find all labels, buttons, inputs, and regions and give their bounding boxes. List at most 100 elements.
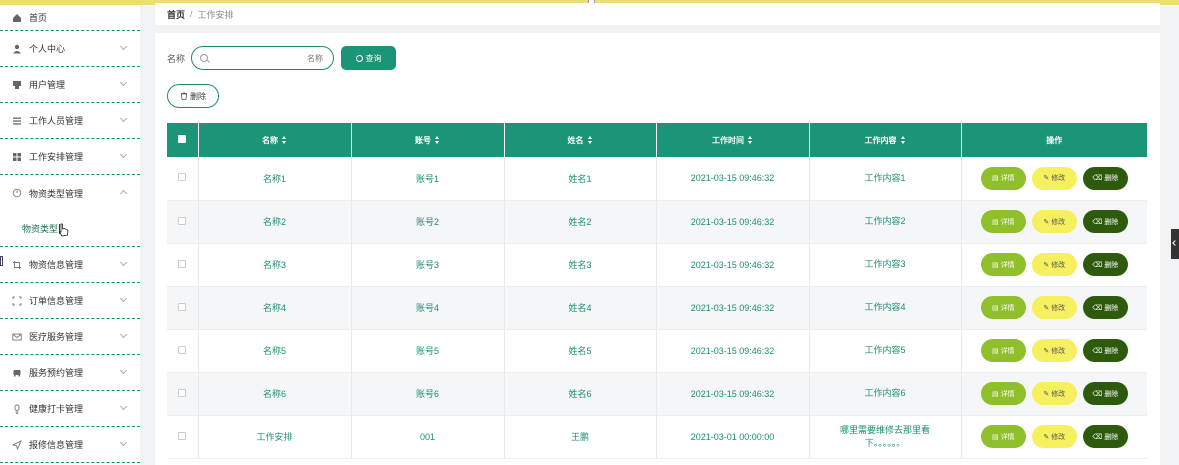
row-checkbox[interactable]: [178, 345, 187, 354]
search-input[interactable]: [223, 53, 324, 63]
table-row: 名称6 账号6 姓名6 2021-03-15 09:46:32 工作内容6 ▤ 详…: [167, 372, 1147, 416]
sidebar-subitem-material-type[interactable]: 物资类型: [0, 211, 140, 247]
detail-label: 详情: [1000, 218, 1015, 226]
delete-button[interactable]: ⌫ 删除: [1082, 210, 1128, 233]
sidebar-item-label: 健康打卡管理: [29, 404, 84, 414]
table-header-row: 名称 账号 姓名 工作时间 工作内容 操作: [167, 123, 1147, 157]
detail-button[interactable]: ▤ 详情: [980, 210, 1026, 233]
column-header-time[interactable]: 工作时间: [656, 123, 810, 157]
detail-label: 详情: [1000, 347, 1015, 355]
sidebar-item-service-booking[interactable]: 服务预约管理: [0, 355, 140, 391]
main-content: 名称 查询 删除 名称 账号 姓名 工作时间 工作内容 操作: [155, 33, 1160, 465]
cell-content: 工作内容1: [809, 157, 962, 201]
column-header-actions: 操作: [961, 123, 1147, 157]
trash-icon: ⌫: [1092, 218, 1103, 226]
detail-button[interactable]: ▤ 详情: [980, 425, 1026, 448]
cell-name: 名称3: [198, 243, 352, 287]
sidebar-item-medical-service[interactable]: 医疗服务管理: [0, 319, 140, 355]
column-header-content[interactable]: 工作内容: [809, 123, 962, 157]
cell-name: 名称6: [198, 372, 352, 416]
breadcrumb-home[interactable]: 首页: [167, 8, 185, 21]
column-header-person[interactable]: 姓名: [504, 123, 657, 157]
user-icon: [12, 44, 22, 54]
column-header-label: 操作: [1046, 135, 1063, 145]
sidebar-item-personal-center[interactable]: 个人中心: [0, 31, 140, 67]
row-checkbox[interactable]: [178, 431, 187, 440]
edit-label: 修改: [1051, 347, 1066, 355]
breadcrumb-separator: /: [190, 9, 193, 19]
search-bar: 名称 查询: [167, 46, 397, 70]
edit-button[interactable]: ✎ 修改: [1031, 166, 1077, 190]
sidebar-scroll-marker[interactable]: [0, 256, 3, 266]
detail-button[interactable]: ▤ 详情: [980, 166, 1026, 190]
car-icon: [12, 368, 22, 378]
sidebar-item-label: 工作人员管理: [29, 116, 84, 126]
doc-icon: ▤: [991, 390, 999, 398]
chevron-down-icon: [119, 330, 128, 339]
row-checkbox[interactable]: [178, 216, 187, 225]
row-checkbox[interactable]: [178, 302, 187, 311]
sidebar-item-material-type[interactable]: 物资类型管理: [0, 175, 140, 211]
cell-name: 名称1: [198, 157, 352, 201]
cell-content: 哪里需要维修去那里看下。。。。。。: [809, 415, 962, 459]
sidebar-item-staff-management[interactable]: 工作人员管理: [0, 103, 140, 139]
side-panel-toggle[interactable]: [1171, 229, 1179, 259]
row-checkbox[interactable]: [178, 388, 187, 397]
edit-button[interactable]: ✎ 修改: [1031, 253, 1077, 276]
sidebar-item-repair-info[interactable]: 报修信息管理: [0, 427, 140, 463]
cell-account: 账号1: [351, 157, 505, 201]
select-all-checkbox[interactable]: [178, 135, 187, 143]
cell-person: 王鹏: [504, 415, 657, 459]
edit-button[interactable]: ✎ 修改: [1031, 339, 1077, 362]
edit-label: 修改: [1051, 304, 1066, 312]
delete-button[interactable]: ⌫ 删除: [1082, 166, 1128, 190]
column-header-label: 姓名: [567, 135, 584, 145]
cell-content: 工作内容3: [809, 243, 962, 287]
sidebar-item-order-info[interactable]: 订单信息管理: [0, 283, 140, 319]
delete-button[interactable]: ⌫ 删除: [1082, 296, 1128, 319]
sidebar-item-material-info[interactable]: 物资信息管理: [0, 247, 140, 283]
sidebar-item-work-schedule[interactable]: 工作安排管理: [0, 139, 140, 175]
edit-button[interactable]: ✎ 修改: [1031, 296, 1077, 319]
query-button[interactable]: 查询: [341, 46, 397, 70]
sidebar-item-user-management[interactable]: 用户管理: [0, 67, 140, 103]
delete-label: 删除: [1104, 347, 1119, 355]
delete-button[interactable]: ⌫ 删除: [1082, 253, 1128, 276]
delete-button[interactable]: ⌫ 删除: [1082, 339, 1128, 362]
trash-icon: ⌫: [1092, 390, 1103, 398]
delete-button[interactable]: ⌫ 删除: [1082, 425, 1128, 448]
sort-icon[interactable]: [587, 136, 593, 145]
delete-button[interactable]: ⌫ 删除: [1082, 382, 1128, 405]
table-row: 名称4 账号4 姓名4 2021-03-15 09:46:32 工作内容4 ▤ 详…: [167, 286, 1147, 330]
detail-button[interactable]: ▤ 详情: [980, 253, 1026, 276]
cell-actions: ▤ 详情 ✎ 修改 ⌫ 删除: [961, 157, 1147, 201]
cell-time: 2021-03-01 00:00:00: [656, 415, 810, 459]
sidebar-item-home[interactable]: 首页: [0, 5, 140, 31]
row-checkbox[interactable]: [178, 173, 187, 182]
edit-button[interactable]: ✎ 修改: [1031, 425, 1077, 448]
column-header-name[interactable]: 名称: [198, 123, 352, 157]
detail-button[interactable]: ▤ 详情: [980, 296, 1026, 319]
cell-name: 工作安排: [198, 415, 352, 459]
edit-button[interactable]: ✎ 修改: [1031, 382, 1077, 405]
sidebar-item-health-checkin[interactable]: 健康打卡管理: [0, 391, 140, 427]
trash-icon: ⌫: [1092, 261, 1103, 269]
column-header-account[interactable]: 账号: [351, 123, 505, 157]
trash-icon: ⌫: [1092, 433, 1103, 441]
search-field[interactable]: [191, 46, 335, 70]
detail-button[interactable]: ▤ 详情: [980, 382, 1026, 405]
cell-time: 2021-03-15 09:46:32: [656, 329, 810, 373]
edit-button[interactable]: ✎ 修改: [1031, 210, 1077, 233]
cell-content: 工作内容6: [809, 372, 962, 416]
batch-delete-button[interactable]: 删除: [167, 84, 219, 108]
sort-icon[interactable]: [435, 136, 440, 145]
row-select-cell: [167, 286, 199, 330]
chevron-down-icon: [119, 78, 128, 87]
edit-label: 修改: [1051, 218, 1066, 226]
detail-button[interactable]: ▤ 详情: [980, 339, 1026, 362]
sort-icon[interactable]: [748, 136, 753, 145]
sort-icon[interactable]: [282, 136, 287, 145]
sort-icon[interactable]: [900, 136, 906, 145]
cell-account: 账号5: [351, 329, 505, 373]
row-checkbox[interactable]: [178, 259, 187, 268]
